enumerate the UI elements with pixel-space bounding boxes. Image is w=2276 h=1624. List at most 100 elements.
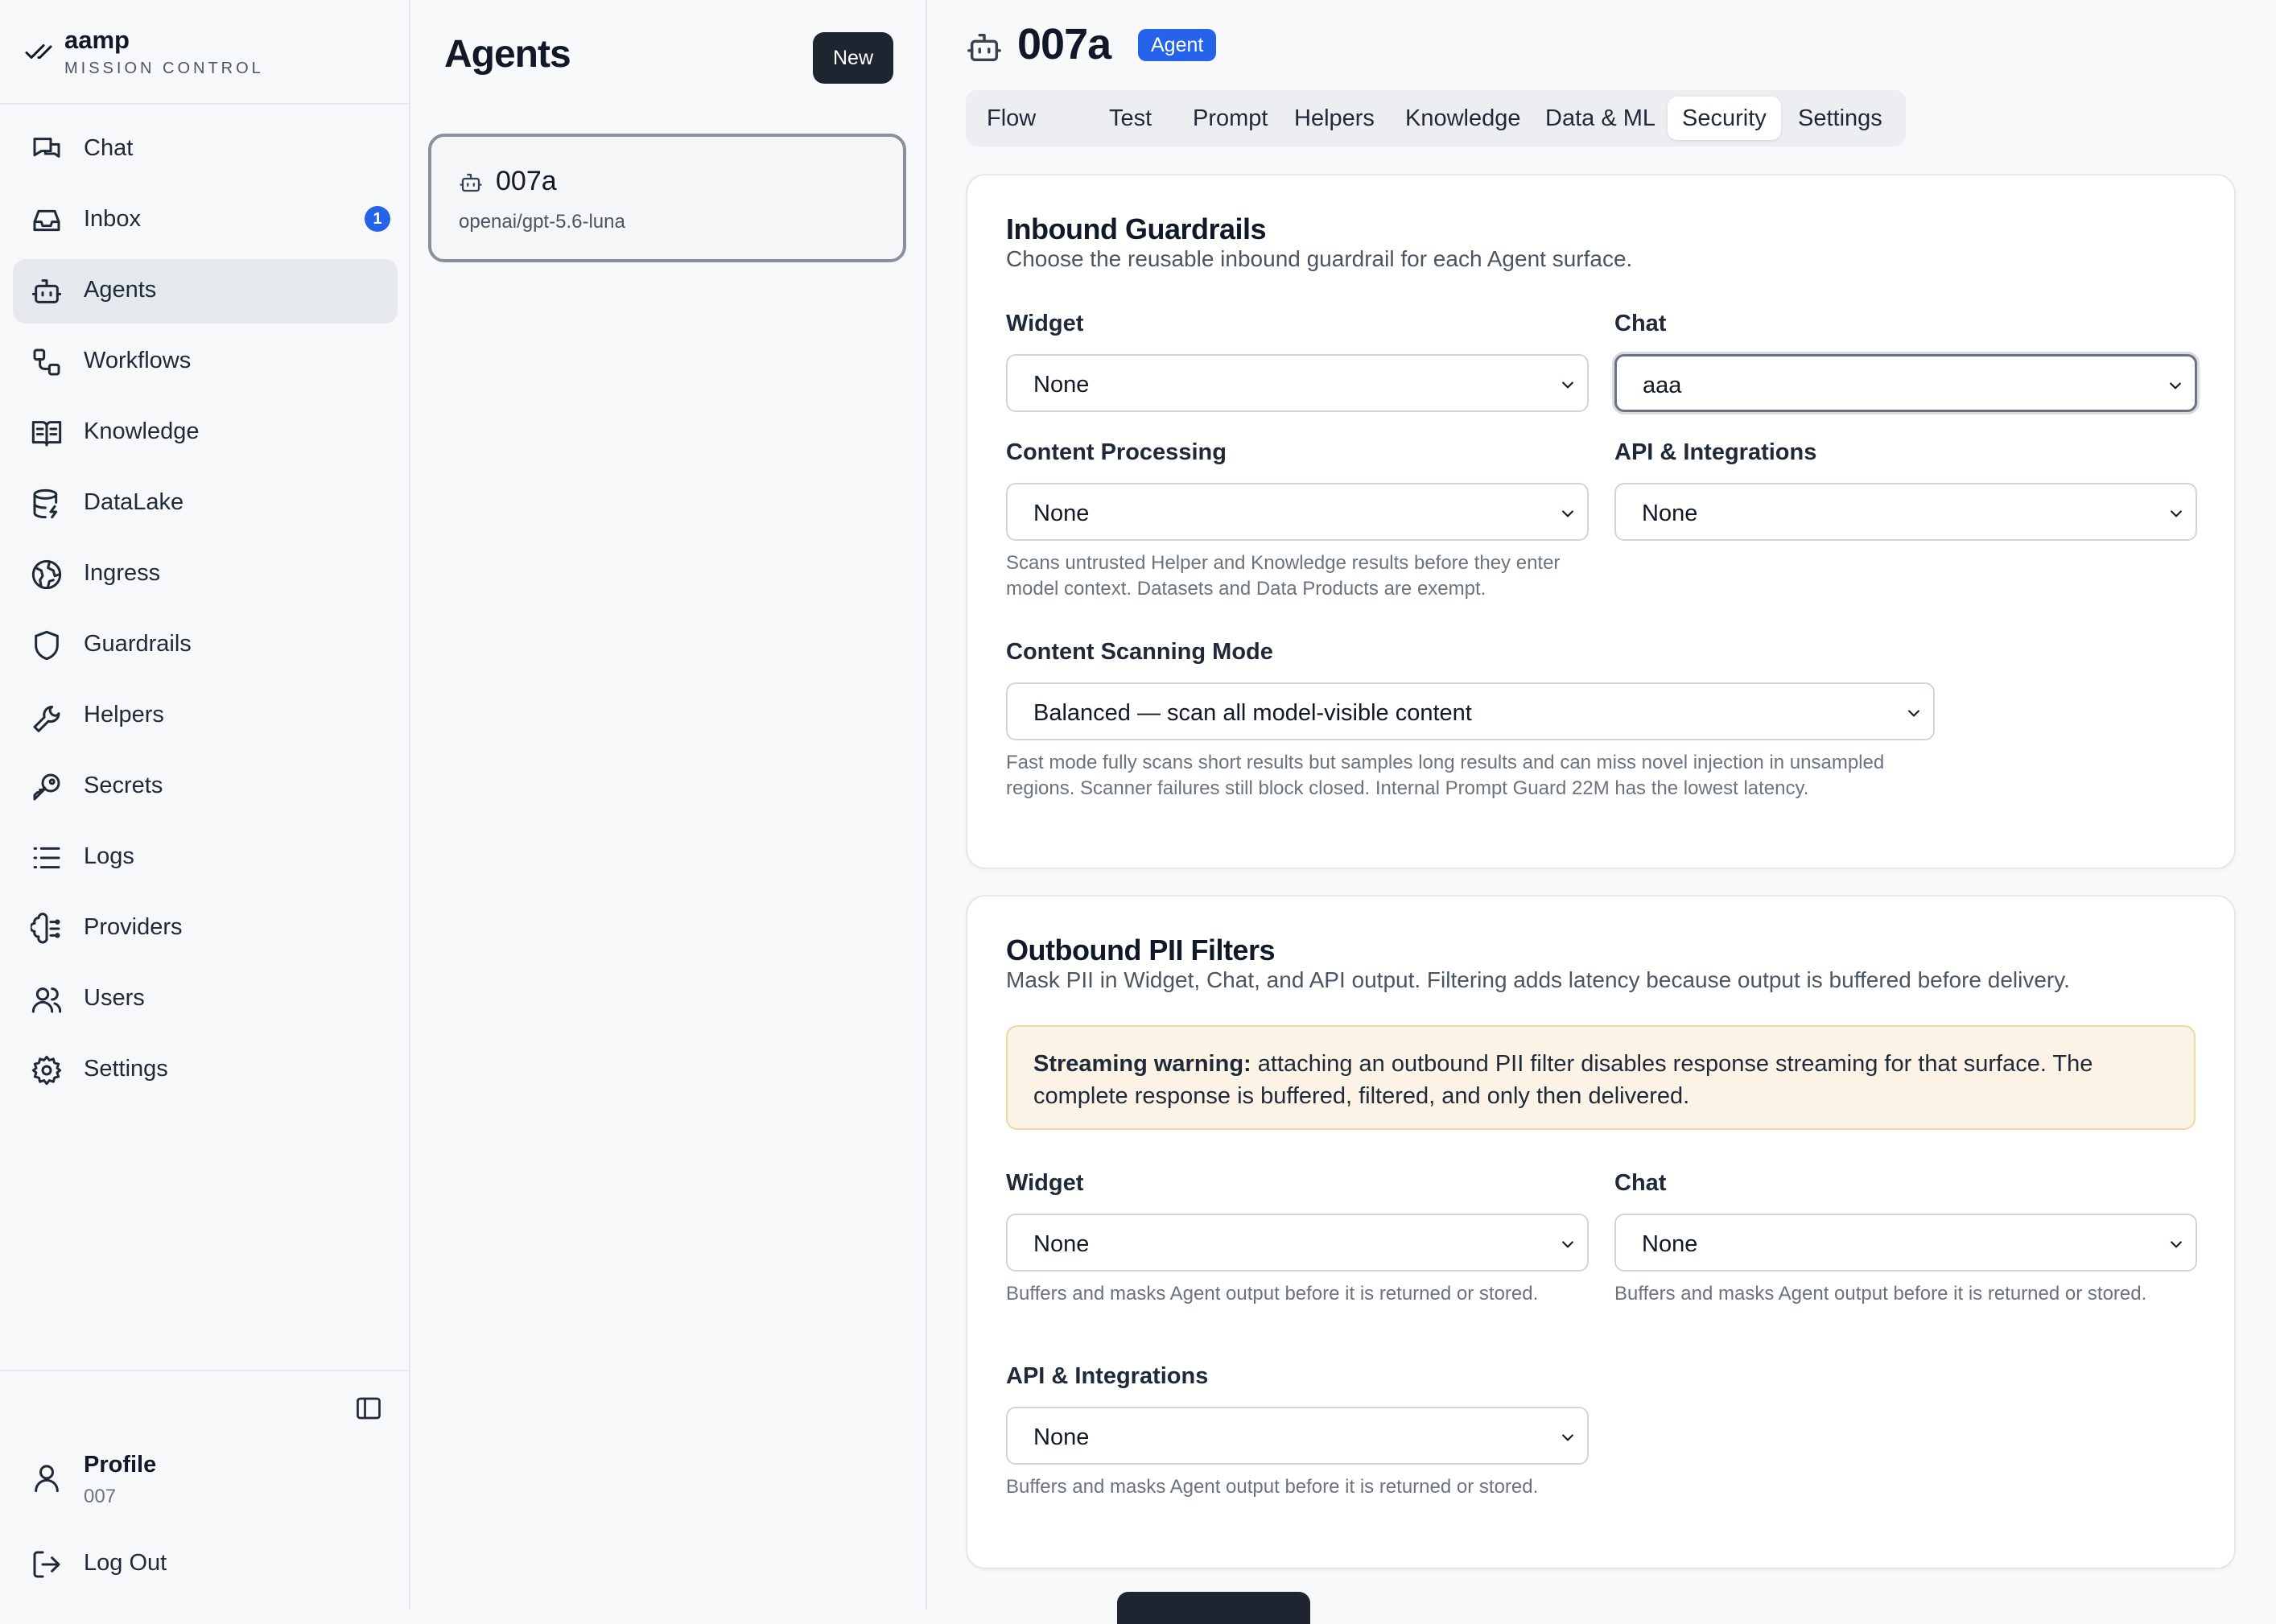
inbox-icon — [33, 209, 60, 232]
outbound-widget-select[interactable]: None — [1006, 1214, 1589, 1272]
sidebar-collapse-icon[interactable] — [354, 1394, 383, 1423]
sidebar-item-ingress[interactable]: Ingress — [13, 542, 398, 607]
tab-knowledge[interactable]: Knowledge — [1391, 97, 1536, 140]
agent-card[interactable]: 007a openai/gpt-5.6-luna — [428, 134, 906, 262]
field-label: Chat — [1614, 311, 1667, 336]
bot-icon — [31, 279, 62, 303]
tab-test[interactable]: Test — [1095, 97, 1166, 140]
help-text: Buffers and masks Agent output before it… — [1006, 1283, 1539, 1305]
sidebar-divider — [0, 1370, 409, 1371]
inbound-guardrails-panel: Inbound Guardrails Choose the reusable i… — [966, 174, 2236, 869]
user-icon — [35, 1465, 59, 1493]
new-agent-button[interactable]: New — [813, 32, 893, 84]
bot-icon — [967, 33, 1001, 62]
tab-settings[interactable]: Settings — [1783, 97, 1897, 140]
sidebar-item-label: Guardrails — [84, 631, 192, 657]
select-value: None — [1033, 372, 1090, 398]
chevron-down-icon — [1562, 381, 1573, 389]
sidebar-item-label: Secrets — [84, 773, 163, 798]
tab-bar: Flow Test Prompt Helpers Knowledge Data … — [966, 90, 1906, 146]
inbound-api-select[interactable]: None — [1614, 483, 2197, 541]
outbound-chat-select[interactable]: None — [1614, 1214, 2197, 1272]
agent-card-name: 007a — [496, 166, 557, 196]
bot-icon — [460, 173, 482, 192]
chevron-down-icon — [1562, 1241, 1573, 1248]
logout-button[interactable]: Log Out — [13, 1532, 398, 1597]
select-value: None — [1033, 1424, 1090, 1450]
sidebar-item-agents[interactable]: Agents — [13, 259, 398, 324]
sidebar-item-label: Providers — [84, 914, 183, 940]
tab-security[interactable]: Security — [1668, 97, 1781, 140]
chevron-down-icon — [2170, 382, 2181, 390]
brand-subtitle: MISSION CONTROL — [64, 60, 264, 77]
field-label: Widget — [1006, 311, 1084, 336]
tab-prompt[interactable]: Prompt — [1178, 97, 1282, 140]
sidebar-item-guardrails[interactable]: Guardrails — [13, 613, 398, 678]
sidebar-item-inbox[interactable]: Inbox 1 — [13, 188, 398, 253]
profile-link[interactable]: Profile 007 — [13, 1441, 398, 1518]
brand-name: aamp — [64, 26, 130, 54]
field-label: Widget — [1006, 1170, 1084, 1196]
panel-description: Mask PII in Widget, Chat, and API output… — [1006, 967, 2070, 992]
outbound-api-select[interactable]: None — [1006, 1407, 1589, 1465]
content-scanning-mode-select[interactable]: Balanced — scan all model-visible conten… — [1006, 682, 1935, 740]
warning-title: Streaming warning: — [1033, 1051, 1251, 1077]
chevron-down-icon — [1562, 510, 1573, 517]
inbound-content-processing-select[interactable]: None — [1006, 483, 1589, 541]
save-button-partial[interactable] — [1117, 1592, 1310, 1624]
database-icon — [33, 488, 58, 519]
field-label: Chat — [1614, 1170, 1667, 1196]
sidebar-item-label: Helpers — [84, 702, 164, 728]
chat-icon — [33, 138, 60, 158]
tab-flow[interactable]: Flow — [972, 97, 1050, 140]
sidebar-divider — [0, 103, 409, 105]
select-value: None — [1642, 501, 1698, 526]
tab-helpers[interactable]: Helpers — [1280, 97, 1389, 140]
chevron-down-icon — [2171, 510, 2182, 517]
sidebar-item-label: Logs — [84, 843, 134, 869]
gear-icon — [31, 1055, 62, 1086]
wrench-icon — [33, 705, 60, 732]
profile-username: 007 — [84, 1486, 117, 1507]
sidebar-item-secrets[interactable]: Secrets — [13, 755, 398, 819]
check-logo-icon — [25, 44, 52, 59]
workflow-icon — [33, 348, 60, 376]
sidebar-item-settings[interactable]: Settings — [13, 1038, 398, 1103]
shield-icon — [35, 630, 59, 661]
field-label: Content Processing — [1006, 439, 1227, 465]
inbox-count-badge: 1 — [365, 206, 390, 232]
inbound-widget-select[interactable]: None — [1006, 354, 1589, 412]
select-value: aaa — [1643, 373, 1682, 398]
users-icon — [31, 987, 62, 1013]
sidebar-item-chat[interactable]: Chat — [13, 117, 398, 182]
sidebar-item-label: Agents — [84, 277, 157, 303]
tab-data-ml[interactable]: Data & ML — [1531, 97, 1670, 140]
page-title: 007a — [1017, 20, 1111, 68]
logout-label: Log Out — [84, 1550, 167, 1576]
sidebar-item-workflows[interactable]: Workflows — [13, 330, 398, 394]
sidebar-item-label: Knowledge — [84, 418, 200, 444]
sidebar-item-helpers[interactable]: Helpers — [13, 684, 398, 748]
select-value: None — [1033, 1231, 1090, 1257]
help-text: Buffers and masks Agent output before it… — [1614, 1283, 2147, 1305]
sidebar-item-logs[interactable]: Logs — [13, 826, 398, 890]
agent-card-model: openai/gpt-5.6-luna — [459, 211, 625, 233]
sidebar-item-label: Ingress — [84, 560, 161, 586]
sidebar-item-providers[interactable]: Providers — [13, 896, 398, 961]
sidebar-item-label: Inbox — [84, 206, 141, 232]
book-open-icon — [31, 421, 62, 447]
chevron-down-icon — [1908, 710, 1919, 717]
agent-detail: 007a Agent Flow Test Prompt Helpers Know… — [927, 0, 2276, 1610]
sidebar-item-label: Workflows — [84, 348, 192, 373]
sidebar-item-datalake[interactable]: DataLake — [13, 472, 398, 536]
inbound-chat-select[interactable]: aaa — [1614, 354, 2197, 412]
agents-list-panel: Agents New 007a openai/gpt-5.6-luna — [410, 0, 927, 1610]
field-label: API & Integrations — [1006, 1363, 1209, 1389]
sidebar-item-users[interactable]: Users — [13, 967, 398, 1032]
sidebar-item-label: Users — [84, 985, 145, 1011]
panel-title: Inbound Guardrails — [1006, 212, 1267, 245]
sidebar-item-knowledge[interactable]: Knowledge — [13, 401, 398, 465]
field-label: API & Integrations — [1614, 439, 1817, 465]
globe-icon — [31, 559, 62, 590]
profile-name: Profile — [84, 1452, 157, 1478]
